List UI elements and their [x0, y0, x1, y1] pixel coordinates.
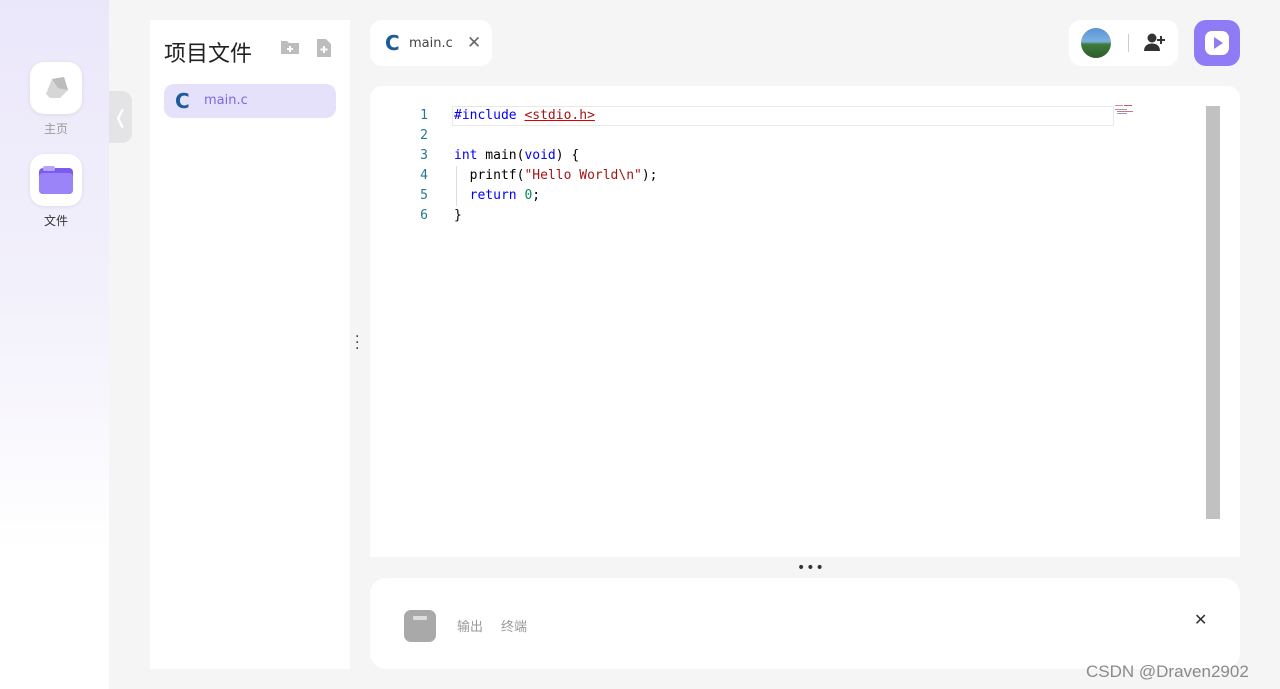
line-number: 4 [420, 168, 428, 183]
add-user-icon [1144, 33, 1165, 51]
new-file-button[interactable] [316, 38, 334, 57]
close-tab-icon[interactable]: ✕ [467, 33, 481, 53]
terminal-icon [404, 610, 436, 642]
tab-label: main.c [409, 36, 453, 51]
code-editor[interactable]: 1 #include <stdio.h> 2 3 int main(void) … [370, 86, 1240, 557]
code-line: 5 return 0; [370, 186, 1206, 206]
panel-title: 项目文件 [164, 42, 253, 67]
project-files-panel: 项目文件 C main.c [150, 20, 350, 669]
line-number: 3 [420, 148, 428, 163]
editor-tab-main-c[interactable]: C main.c ✕ [370, 20, 492, 66]
play-icon [1205, 31, 1229, 55]
vertical-resize-handle[interactable]: · · · [355, 330, 359, 356]
avatar[interactable] [1081, 28, 1111, 58]
code-line: 6 } [370, 206, 1206, 226]
code-line: 4 printf("Hello World\n"); [370, 166, 1206, 186]
code-line: 1 #include <stdio.h> [370, 106, 1206, 126]
line-number: 2 [420, 128, 428, 143]
horizontal-resize-handle[interactable]: ••• [797, 560, 825, 576]
new-folder-button[interactable] [280, 38, 299, 56]
left-rail: 主页 文件 [0, 0, 109, 689]
user-controls [1069, 20, 1178, 66]
collapse-sidebar-button[interactable]: ❬ [109, 91, 132, 143]
new-file-icon [317, 39, 331, 57]
code-line: 2 [370, 126, 1206, 146]
tab-terminal[interactable]: 终端 [501, 616, 527, 635]
code-lines: 1 #include <stdio.h> 2 3 int main(void) … [370, 106, 1206, 226]
line-number: 6 [420, 208, 428, 223]
scrollbar-thumb[interactable] [1206, 106, 1220, 519]
tab-output[interactable]: 输出 [457, 616, 483, 635]
home-icon [30, 62, 82, 114]
output-panel: 输出 终端 ✕ [370, 578, 1240, 669]
file-item-main-c[interactable]: C main.c [164, 84, 336, 118]
code-line: 3 int main(void) { [370, 146, 1206, 166]
chevron-left-icon: ❬ [112, 106, 129, 128]
rail-item-files[interactable]: 文件 [30, 154, 82, 229]
file-item-label: main.c [204, 93, 248, 108]
add-user-button[interactable] [1144, 32, 1166, 56]
close-output-icon[interactable]: ✕ [1194, 610, 1207, 629]
folder-icon [30, 154, 82, 206]
divider [1128, 34, 1129, 52]
rail-item-home[interactable]: 主页 [30, 62, 82, 137]
c-file-icon: C [175, 89, 190, 113]
line-number: 5 [420, 188, 428, 203]
rail-label-files: 文件 [43, 214, 68, 228]
run-button[interactable] [1194, 20, 1240, 66]
line-number: 1 [420, 108, 428, 123]
c-file-icon: C [385, 31, 400, 55]
watermark: CSDN @Draven2902 [1086, 662, 1249, 681]
new-folder-icon [281, 41, 299, 54]
rail-label-home: 主页 [43, 122, 68, 136]
